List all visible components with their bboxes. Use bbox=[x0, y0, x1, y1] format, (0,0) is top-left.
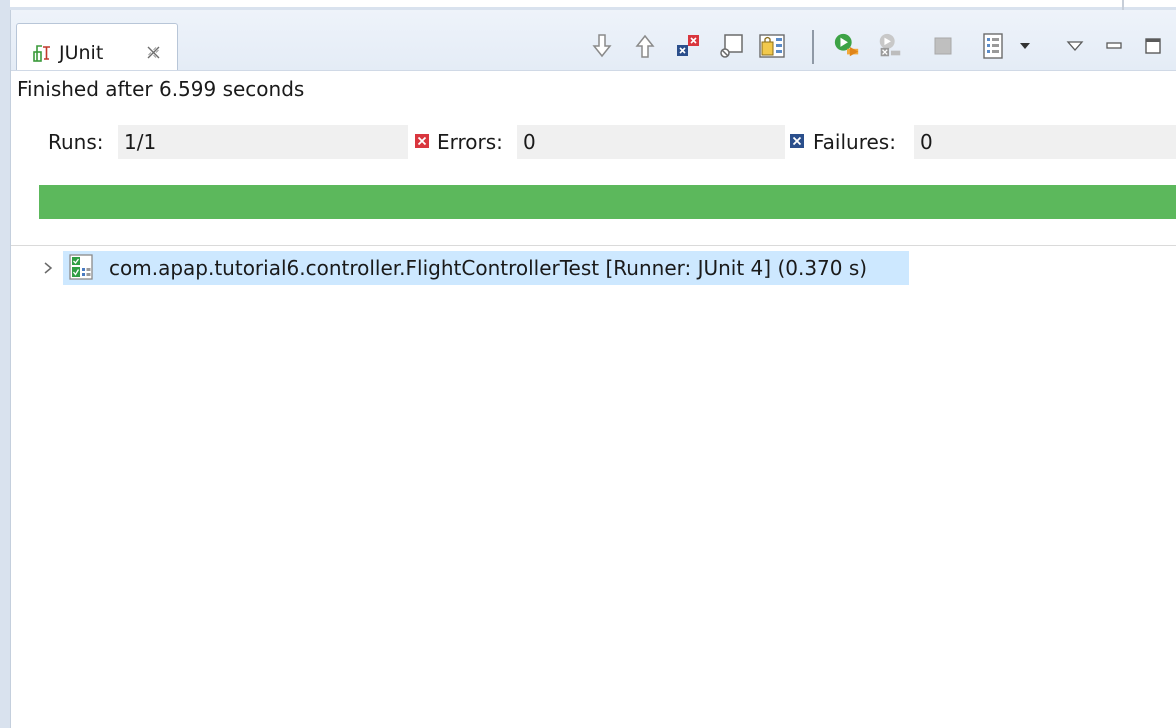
runs-label: Runs: bbox=[48, 130, 104, 154]
minimize-button[interactable] bbox=[1100, 32, 1128, 60]
tab-junit-label: JUnit bbox=[59, 42, 104, 64]
failures-label: Failures: bbox=[813, 130, 896, 154]
rerun-failed-first-icon bbox=[879, 33, 901, 57]
failures-value: 0 bbox=[914, 125, 1176, 159]
rerun-test-button[interactable] bbox=[833, 32, 861, 60]
view-tab-bar: JUnit bbox=[11, 10, 1176, 71]
view-menu-button[interactable] bbox=[1061, 32, 1089, 60]
maximize-button[interactable] bbox=[1139, 32, 1167, 60]
tree-row[interactable]: com.apap.tutorial6.controller.FlightCont… bbox=[41, 251, 1176, 285]
dropdown-icon bbox=[1020, 43, 1030, 49]
errors-label: Errors: bbox=[437, 130, 503, 154]
show-failures-only-button[interactable] bbox=[674, 32, 702, 60]
stop-icon bbox=[934, 37, 952, 55]
tab-junit[interactable]: JUnit bbox=[16, 23, 178, 70]
errors-value: 0 bbox=[517, 125, 785, 159]
show-failures-only-icon bbox=[677, 35, 699, 56]
chevron-right-icon[interactable] bbox=[41, 261, 55, 275]
stop-button[interactable] bbox=[929, 32, 957, 60]
error-icon bbox=[415, 134, 429, 148]
next-failure-icon bbox=[592, 34, 612, 58]
rerun-test-icon bbox=[834, 33, 859, 57]
next-failure-button[interactable] bbox=[588, 32, 616, 60]
previous-failure-icon bbox=[635, 34, 655, 58]
test-suite-passed-icon bbox=[69, 254, 93, 280]
test-history-icon bbox=[759, 34, 785, 58]
toolbar-separator bbox=[812, 30, 814, 64]
rerun-failed-first-button[interactable] bbox=[876, 32, 904, 60]
junit-view: JUnit Finished after 6.599 seconds Runs:… bbox=[11, 10, 1176, 728]
failure-icon bbox=[790, 134, 804, 148]
scroll-lock-icon bbox=[720, 34, 743, 58]
view-menu-icon bbox=[1066, 41, 1084, 51]
junit-icon bbox=[33, 45, 50, 62]
progress-bar bbox=[39, 185, 1176, 219]
layout-menu-icon bbox=[983, 33, 1003, 59]
close-icon[interactable] bbox=[145, 44, 162, 61]
previous-failure-button[interactable] bbox=[631, 32, 659, 60]
layout-menu-button[interactable] bbox=[979, 32, 1007, 60]
tree-item-label: com.apap.tutorial6.controller.FlightCont… bbox=[109, 256, 868, 280]
editor-frame-left bbox=[0, 0, 11, 728]
runs-value: 1/1 bbox=[118, 125, 408, 159]
maximize-icon bbox=[1145, 38, 1161, 54]
test-history-button[interactable] bbox=[758, 32, 786, 60]
test-counters: Runs: 1/1 Errors: 0 Failures: 0 bbox=[34, 125, 1176, 159]
minimize-icon bbox=[1106, 42, 1122, 49]
progress-bar-fill bbox=[39, 185, 1176, 219]
status-message: Finished after 6.599 seconds bbox=[17, 77, 305, 101]
tree-divider bbox=[11, 245, 1176, 246]
scroll-lock-button[interactable] bbox=[717, 32, 745, 60]
layout-dropdown-button[interactable] bbox=[1011, 32, 1039, 60]
